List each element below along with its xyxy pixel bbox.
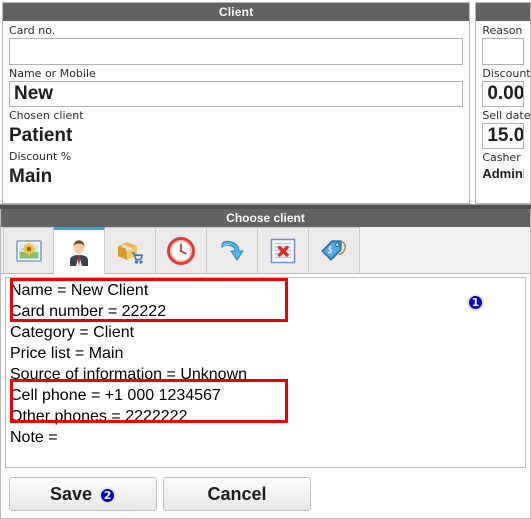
client-panel-title: Client (3, 3, 470, 21)
client-tabs (1, 227, 530, 274)
tab-documents[interactable] (258, 227, 309, 273)
clock-icon (167, 236, 195, 265)
name-or-mobile-label: Name or Mobile (9, 67, 96, 80)
detail-note: Note = (10, 429, 58, 446)
sell-date-input[interactable]: 15.0 (482, 123, 524, 149)
detail-source-of-information: Source of information = Unknown (10, 366, 248, 383)
discount-label: Discount (482, 67, 530, 80)
detail-card-number: Card number = 22222 (10, 303, 167, 320)
client-panel: Client Card no. Name or Mobile New Chose… (2, 2, 471, 204)
arrow-down-icon (218, 237, 246, 265)
choose-client-section: Choose client Name = New Client Card num… (0, 209, 531, 519)
top-panels-area: Client Card no. Name or Mobile New Chose… (0, 0, 531, 204)
save-button[interactable]: Save 2 (9, 477, 157, 511)
picture-icon (15, 239, 42, 262)
detail-name: Name = New Client (10, 282, 149, 299)
sale-panel-title (476, 3, 530, 21)
tab-history[interactable] (156, 227, 207, 273)
tab-picture[interactable] (3, 227, 54, 273)
annotation-badge-2: 2 (99, 486, 117, 504)
sell-date-value: 15.0 (487, 125, 524, 146)
chosen-client-label: Chosen client (9, 109, 84, 122)
box-cart-icon (115, 238, 145, 264)
dialog-button-bar: Save 2 Cancel (1, 470, 530, 518)
casher-value: Admini (482, 166, 524, 181)
cancel-button[interactable]: Cancel (163, 477, 311, 511)
detail-other-phones: Other phones = 2222222 (10, 408, 188, 425)
casher-label: Casher (482, 151, 521, 164)
discount-input[interactable]: 0.00 (482, 81, 524, 107)
pos-client-window: Client Card no. Name or Mobile New Chose… (0, 0, 531, 519)
discount-percent-label: Discount % (9, 150, 72, 163)
sell-date-label: Sell date (482, 109, 530, 122)
person-icon (66, 238, 92, 266)
save-button-label: Save (49, 483, 93, 504)
detail-price-list: Price list = Main (10, 345, 124, 362)
discount-percent-value: Main (9, 166, 53, 187)
reason-input[interactable] (482, 38, 524, 65)
card-no-input[interactable] (9, 38, 464, 65)
tab-purchases[interactable] (105, 227, 156, 273)
detail-cell-phone: Cell phone = +1 000 1234567 (10, 387, 221, 404)
name-or-mobile-value: New (14, 83, 54, 104)
tab-person[interactable] (54, 227, 105, 274)
client-details-list: Name = New Client Card number = 22222 Ca… (10, 280, 480, 448)
sale-panel: Reason Discount 0.00 Sell date 15.0 Cash… (475, 2, 531, 204)
tab-transfer[interactable] (207, 227, 258, 273)
tab-pricing[interactable] (309, 227, 360, 273)
reason-label: Reason (482, 24, 523, 37)
price-tag-icon (320, 238, 348, 264)
cancel-button-label: Cancel (207, 483, 267, 504)
client-details-panel[interactable]: Name = New Client Card number = 22222 Ca… (5, 277, 526, 468)
choose-client-title: Choose client (1, 209, 530, 227)
discount-value: 0.00 (487, 83, 524, 104)
card-no-label: Card no. (9, 24, 56, 37)
chosen-client-value: Patient (9, 125, 73, 146)
doc-delete-icon (270, 238, 296, 264)
client-panel-body: Card no. Name or Mobile New Chosen clien… (3, 21, 469, 203)
annotation-badge-1: 1 (467, 294, 484, 311)
name-or-mobile-input[interactable]: New (9, 81, 464, 107)
detail-category: Category = Client (10, 324, 135, 341)
sale-panel-body: Reason Discount 0.00 Sell date 15.0 Cash… (476, 21, 530, 203)
